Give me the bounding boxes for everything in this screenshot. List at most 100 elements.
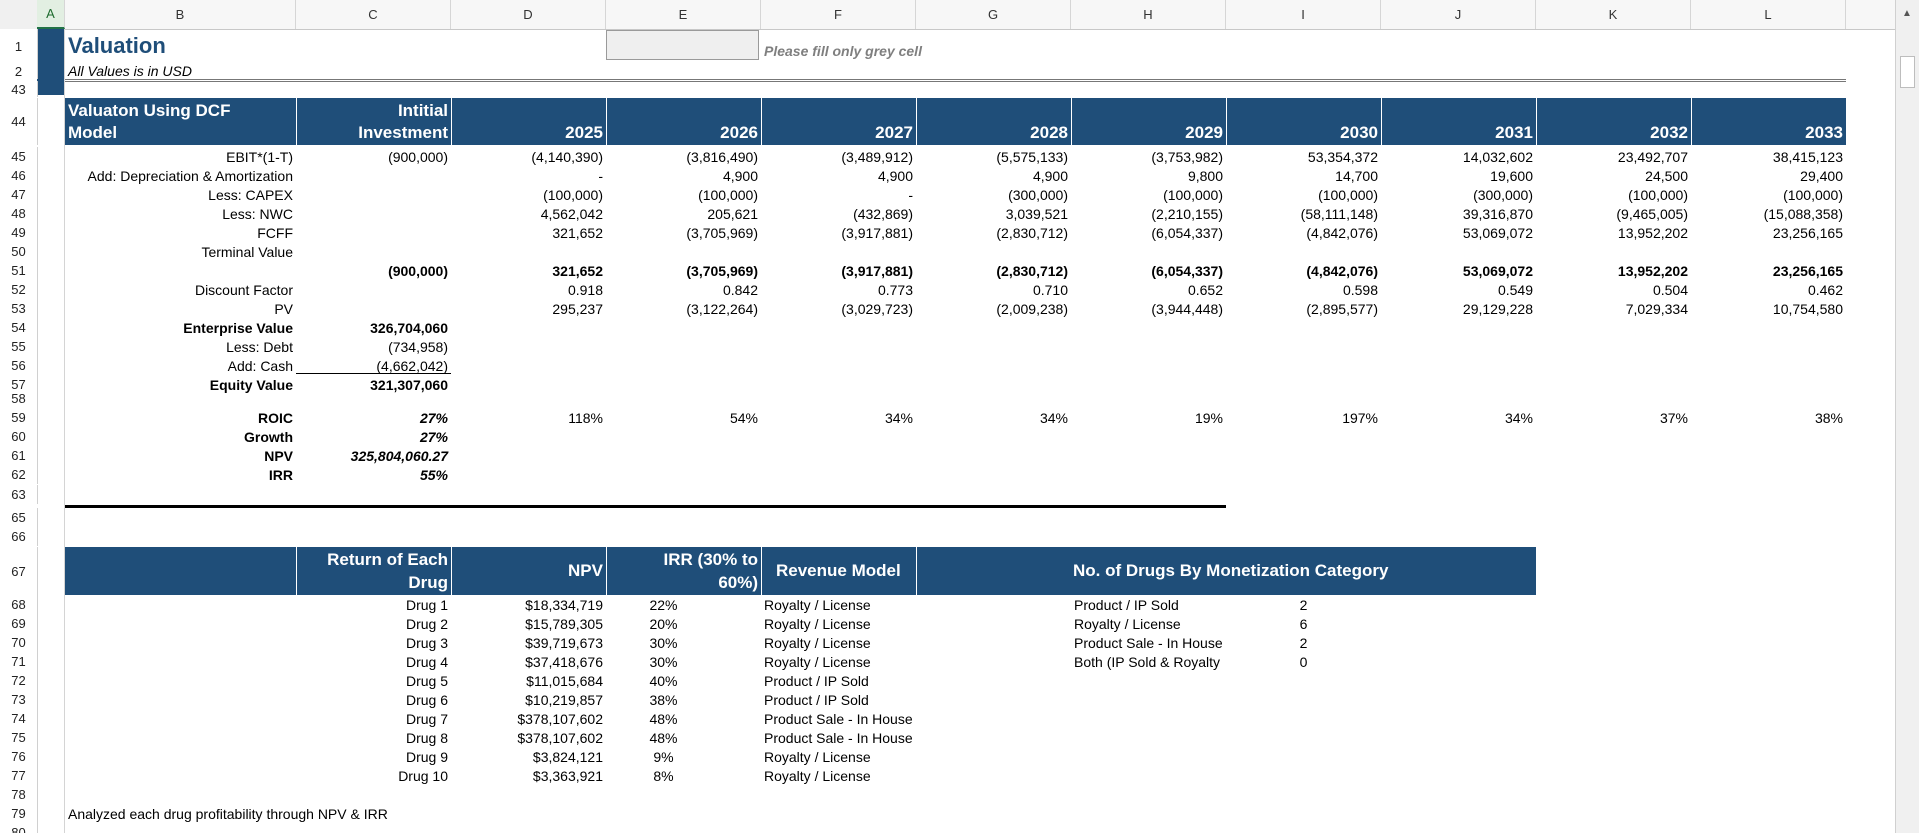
row-header[interactable]: 53: [0, 299, 38, 318]
drug-npv[interactable]: $39,719,673: [451, 633, 606, 652]
initial-cell[interactable]: [296, 242, 451, 261]
drug-npv[interactable]: $11,015,684: [451, 671, 606, 690]
value-cell[interactable]: 321,652: [451, 223, 606, 242]
drug-npv[interactable]: $3,824,121: [451, 747, 606, 766]
initial-cell[interactable]: [296, 280, 451, 299]
value-cell[interactable]: 24,500: [1536, 166, 1691, 185]
value-cell[interactable]: 19,600: [1381, 166, 1536, 185]
value-cell[interactable]: 39,316,870: [1381, 204, 1536, 223]
roic-year-value[interactable]: 118%: [451, 408, 606, 427]
initial-cell[interactable]: [296, 299, 451, 318]
category-label[interactable]: Royalty / License: [1071, 614, 1226, 633]
drug-revenue-model[interactable]: Royalty / License: [761, 747, 916, 766]
roic-year-value[interactable]: 34%: [761, 408, 916, 427]
value-cell[interactable]: (3,944,448): [1071, 299, 1226, 318]
value-cell[interactable]: 0.549: [1381, 280, 1536, 299]
value-cell[interactable]: 53,354,372: [1226, 147, 1381, 166]
scrollbar-thumb[interactable]: [1900, 56, 1915, 88]
value-cell[interactable]: (58,111,148): [1226, 204, 1381, 223]
value-cell[interactable]: [1226, 242, 1381, 261]
value-cell[interactable]: (3,029,723): [761, 299, 916, 318]
drug-npv[interactable]: $378,107,602: [451, 709, 606, 728]
drug-irr[interactable]: 8%: [606, 766, 721, 785]
value-cell[interactable]: (100,000): [606, 185, 761, 204]
value-cell[interactable]: [1536, 242, 1691, 261]
drug-name[interactable]: Drug 4: [296, 652, 451, 671]
column-header-d[interactable]: D: [451, 0, 606, 29]
column-header-k[interactable]: K: [1536, 0, 1691, 29]
value-cell[interactable]: [1071, 242, 1226, 261]
value-cell[interactable]: (9,465,005): [1536, 204, 1691, 223]
value-cell[interactable]: (2,210,155): [1071, 204, 1226, 223]
value-cell[interactable]: (4,842,076): [1226, 261, 1381, 280]
drug-irr[interactable]: 48%: [606, 728, 721, 747]
value-cell[interactable]: 205,621: [606, 204, 761, 223]
row-header[interactable]: 73: [0, 690, 38, 709]
drug-name[interactable]: Drug 10: [296, 766, 451, 785]
value-cell[interactable]: (300,000): [1381, 185, 1536, 204]
row-header[interactable]: 60: [0, 427, 38, 446]
drug-revenue-model[interactable]: Product / IP Sold: [761, 671, 916, 690]
value-cell[interactable]: (432,869): [761, 204, 916, 223]
value-cell[interactable]: 0.504: [1536, 280, 1691, 299]
category-count[interactable]: 2: [1226, 633, 1381, 652]
drug-npv[interactable]: $378,107,602: [451, 728, 606, 747]
row-header[interactable]: 58: [0, 389, 38, 408]
drug-name[interactable]: Drug 3: [296, 633, 451, 652]
row-header[interactable]: 44: [0, 98, 38, 145]
value-cell[interactable]: 4,900: [761, 166, 916, 185]
row-header[interactable]: 61: [0, 446, 38, 465]
value-cell[interactable]: (6,054,337): [1071, 223, 1226, 242]
initial-cell[interactable]: [296, 185, 451, 204]
value-cell[interactable]: (300,000): [916, 185, 1071, 204]
row-header[interactable]: 56: [0, 356, 38, 375]
drug-npv[interactable]: $18,334,719: [451, 595, 606, 614]
value-cell[interactable]: [451, 242, 606, 261]
value-cell[interactable]: 0.598: [1226, 280, 1381, 299]
column-header-h[interactable]: H: [1071, 0, 1226, 29]
value-cell[interactable]: 13,952,202: [1536, 223, 1691, 242]
value-cell[interactable]: 3,039,521: [916, 204, 1071, 223]
initial-cell[interactable]: [296, 166, 451, 185]
category-count[interactable]: 0: [1226, 652, 1381, 671]
value-cell[interactable]: 9,800: [1071, 166, 1226, 185]
value-cell[interactable]: [606, 242, 761, 261]
row-header[interactable]: 65: [0, 508, 38, 527]
value-cell[interactable]: 295,237: [451, 299, 606, 318]
scroll-up-icon[interactable]: ▲: [1902, 8, 1912, 19]
category-label[interactable]: Product / IP Sold: [1071, 595, 1226, 614]
value-cell[interactable]: (100,000): [1226, 185, 1381, 204]
value-cell[interactable]: (100,000): [1071, 185, 1226, 204]
vertical-scrollbar[interactable]: ▲: [1895, 0, 1919, 833]
drug-npv[interactable]: $10,219,857: [451, 690, 606, 709]
drug-name[interactable]: Drug 2: [296, 614, 451, 633]
value-cell[interactable]: (2,895,577): [1226, 299, 1381, 318]
value-cell[interactable]: (100,000): [1536, 185, 1691, 204]
row-header[interactable]: 52: [0, 280, 38, 299]
value-cell[interactable]: 29,129,228: [1381, 299, 1536, 318]
row-header[interactable]: 2: [0, 63, 38, 79]
column-header-g[interactable]: G: [916, 0, 1071, 29]
value-cell[interactable]: 0.710: [916, 280, 1071, 299]
category-count[interactable]: 6: [1226, 614, 1381, 633]
value-cell[interactable]: 29,400: [1691, 166, 1846, 185]
value-cell[interactable]: (4,140,390): [451, 147, 606, 166]
row-header[interactable]: 51: [0, 261, 38, 280]
value-cell[interactable]: [1691, 242, 1846, 261]
drug-irr[interactable]: 48%: [606, 709, 721, 728]
row-header[interactable]: 46: [0, 166, 38, 185]
drug-npv[interactable]: $15,789,305: [451, 614, 606, 633]
select-all-corner[interactable]: [0, 0, 38, 29]
row-header[interactable]: 54: [0, 318, 38, 337]
value-cell[interactable]: 0.652: [1071, 280, 1226, 299]
value-cell[interactable]: 13,952,202: [1536, 261, 1691, 280]
row-header[interactable]: 72: [0, 671, 38, 690]
column-header-c[interactable]: C: [296, 0, 451, 29]
drug-npv[interactable]: $3,363,921: [451, 766, 606, 785]
initial-cell[interactable]: [296, 204, 451, 223]
initial-cell[interactable]: [296, 223, 451, 242]
value-cell[interactable]: 321,652: [451, 261, 606, 280]
value-cell[interactable]: (3,753,982): [1071, 147, 1226, 166]
row-header[interactable]: 74: [0, 709, 38, 728]
drug-name[interactable]: Drug 7: [296, 709, 451, 728]
